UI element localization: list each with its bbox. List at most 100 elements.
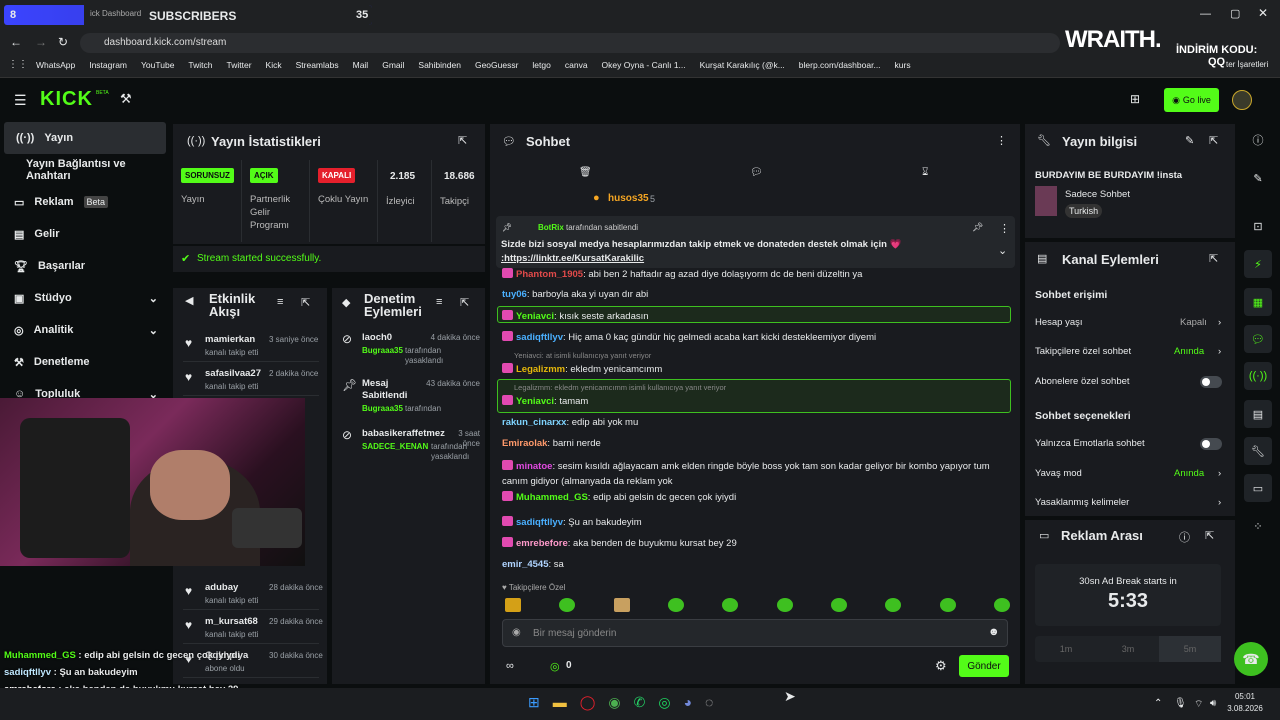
whatsapp-icon[interactable]: ✆ xyxy=(634,694,646,711)
moderation-target[interactable]: Mesaj Sabitlendi xyxy=(362,378,422,402)
chat-username[interactable]: Phantom_1905 xyxy=(516,269,583,280)
chat-username[interactable]: emrebefore xyxy=(516,538,568,549)
edit-icon[interactable]: ✎ xyxy=(1244,164,1272,192)
url-field[interactable]: dashboard.kick.com/stream xyxy=(80,33,1060,53)
subs-chat-toggle[interactable] xyxy=(1200,376,1222,388)
back-icon[interactable]: ← xyxy=(10,35,22,49)
bookmark-item[interactable]: Mail xyxy=(353,60,369,70)
chat-username[interactable]: Legalizmm xyxy=(516,364,565,375)
moderation-target[interactable]: laoch0 xyxy=(362,332,422,344)
chat-username[interactable]: sadiqftllyv xyxy=(516,517,563,528)
list-icon[interactable]: ▤ xyxy=(1244,400,1272,428)
people-icon[interactable]: ⁘ xyxy=(1244,512,1272,540)
bookmark-item[interactable]: GeoGuessr xyxy=(475,60,518,70)
maximize-icon[interactable]: ▢ xyxy=(1230,7,1240,20)
hourglass-icon[interactable]: ⌛︎ xyxy=(922,167,928,178)
go-live-button[interactable]: ◉ Go live xyxy=(1164,88,1219,112)
info-icon[interactable]: ⓘ xyxy=(1244,126,1272,154)
nav-item-analitik[interactable]: ◎ Analitik ⌄ xyxy=(0,314,170,346)
lightning-icon[interactable]: ⚡︎ xyxy=(1244,250,1272,278)
chat-username[interactable]: emir_4545 xyxy=(502,559,548,570)
emote-icon[interactable] xyxy=(613,598,630,612)
popout-icon[interactable]: ⇱ xyxy=(1209,134,1218,147)
emote-icon[interactable] xyxy=(939,598,956,612)
chat-input[interactable]: ◉ Bir mesaj gönderin ☻ xyxy=(502,619,1008,647)
activity-user[interactable]: m_kursat68 xyxy=(205,616,258,627)
window-icon[interactable]: ▭ xyxy=(1244,474,1272,502)
ad-option-1m[interactable]: 1m xyxy=(1035,636,1097,662)
chat-username[interactable]: Yeniavci xyxy=(516,311,554,322)
settings-icon[interactable]: ⚙ xyxy=(935,658,947,674)
emote-icon[interactable] xyxy=(885,598,902,612)
language-tag[interactable]: Turkish xyxy=(1065,204,1103,218)
chat-username[interactable]: Emiraolak xyxy=(502,438,547,449)
bookmark-item[interactable]: YouTube xyxy=(141,60,174,70)
moderator-name[interactable]: Bugraaa35 xyxy=(362,346,403,355)
category[interactable]: Sadece Sohbet xyxy=(1065,189,1130,200)
bookmark-item[interactable]: canva xyxy=(565,60,588,70)
bookmark-item[interactable]: Streamlabs xyxy=(296,60,339,70)
bookmark-item[interactable]: Okey Oyna - Canlı 1... xyxy=(602,60,686,70)
mic-icon[interactable]: 🎙︎ xyxy=(1174,698,1187,709)
emote-icon[interactable] xyxy=(505,598,521,612)
broadcast-icon[interactable]: ((·)) xyxy=(1244,362,1272,390)
windows-start-icon[interactable]: ⊞ xyxy=(528,694,540,711)
pinned-link[interactable]: :https://linktr.ee/KursatKarakilic xyxy=(501,253,644,264)
emote-icon[interactable] xyxy=(722,598,739,612)
filter-icon[interactable]: ≡ xyxy=(277,296,283,308)
other-bookmarks[interactable]: ter İşaretleri xyxy=(1226,60,1268,69)
activity-user[interactable]: adubay xyxy=(205,582,238,593)
chat-username[interactable]: minatoe xyxy=(516,461,552,472)
unpin-icon[interactable]: 📌︎ xyxy=(972,222,983,233)
moderator-name[interactable]: Bugraaa35 xyxy=(362,404,403,413)
obs-icon[interactable]: ◌ xyxy=(705,694,713,711)
chat-username[interactable]: tuy06 xyxy=(502,289,527,300)
emote-icon[interactable] xyxy=(667,598,684,612)
top-user[interactable]: husos35 xyxy=(608,193,649,204)
folder-icon[interactable]: ▬ xyxy=(553,694,567,711)
reload-icon[interactable]: ↻ xyxy=(58,35,68,49)
popout-icon[interactable]: ⇱ xyxy=(1209,252,1218,265)
emote-icon[interactable] xyxy=(559,598,576,612)
followers-chat-row[interactable]: Takipçilere özel sohbet Anında › xyxy=(1035,346,1225,357)
popout-icon[interactable]: ⇱ xyxy=(460,296,469,309)
apps-icon[interactable]: ⋮⋮ xyxy=(8,59,28,70)
kick-logo[interactable]: KICK xyxy=(40,88,93,111)
avatar[interactable] xyxy=(1232,90,1252,110)
tray-chevron-icon[interactable]: ⌃ xyxy=(1154,698,1162,709)
chrome-icon[interactable]: ◉ xyxy=(608,694,620,711)
chat-username[interactable]: Muhammed_GS xyxy=(516,492,588,503)
nav-item-basarilar[interactable]: 🏆︎ Başarılar xyxy=(0,250,170,282)
chat-bubble-icon[interactable]: 💬︎ xyxy=(1244,325,1272,353)
emoji-icon[interactable]: ☻ xyxy=(988,626,1000,638)
bookmark-item[interactable]: Sahibinden xyxy=(418,60,461,70)
support-icon[interactable]: ☎ xyxy=(1234,642,1268,676)
nav-item-studyo[interactable]: ▣ Stüdyo ⌄ xyxy=(0,282,170,314)
nav-item-gelir[interactable]: ▤ Gelir xyxy=(0,218,170,250)
popout-icon[interactable]: ⇱ xyxy=(301,296,310,309)
bookmark-item[interactable]: Twitter xyxy=(227,60,252,70)
bookmark-item[interactable]: Twitch xyxy=(188,60,212,70)
bookmark-item[interactable]: kurs xyxy=(895,60,911,70)
ad-option-5m[interactable]: 5m xyxy=(1159,636,1221,662)
bookmark-item[interactable]: WhatsApp xyxy=(36,60,75,70)
banned-words-row[interactable]: Yasaklanmış kelimeler › xyxy=(1035,497,1225,508)
speaker-icon[interactable]: 🔊︎ xyxy=(1210,698,1216,709)
bookmark-item[interactable]: letgo xyxy=(532,60,550,70)
nav-item-stream-key[interactable]: Yayın Bağlantısı ve Anahtarı xyxy=(0,154,170,186)
bookmark-item[interactable]: Kurşat Karakılıç (@k... xyxy=(700,60,785,70)
emote-only-toggle[interactable] xyxy=(1200,438,1222,450)
menu-icon[interactable]: ☰ xyxy=(14,92,27,109)
send-button[interactable]: Gönder xyxy=(959,655,1009,677)
tools-icon[interactable]: ⚒ xyxy=(120,91,132,107)
chat-username[interactable]: rakun_cinarxx xyxy=(502,417,566,428)
bookmark-item[interactable]: Instagram xyxy=(89,60,127,70)
bookmark-item[interactable]: Kick xyxy=(266,60,282,70)
opera-icon[interactable]: ◯ xyxy=(580,694,596,711)
trash-icon[interactable]: 🗑︎ xyxy=(579,167,592,178)
more-icon[interactable]: ⋮ xyxy=(996,134,1007,147)
info-icon[interactable]: ⓘ xyxy=(1179,529,1190,545)
close-icon[interactable]: ✕ xyxy=(1258,6,1268,20)
wifi-icon[interactable]: ⌔ xyxy=(1194,698,1203,711)
infinity-icon[interactable]: ∞ xyxy=(506,660,514,672)
